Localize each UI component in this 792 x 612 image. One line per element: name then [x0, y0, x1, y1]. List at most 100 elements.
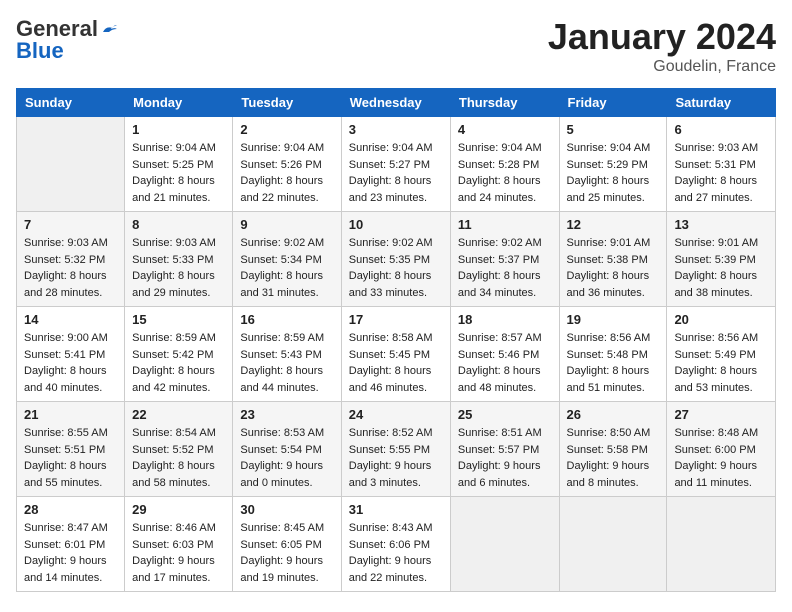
sunset-text: Sunset: 5:58 PM — [567, 442, 660, 459]
sunset-text: Sunset: 6:03 PM — [132, 537, 225, 554]
day-info: Sunrise: 9:00 AMSunset: 5:41 PMDaylight:… — [24, 330, 117, 396]
day-number: 31 — [349, 502, 443, 517]
day-info: Sunrise: 8:59 AMSunset: 5:42 PMDaylight:… — [132, 330, 225, 396]
daylight-text: Daylight: 8 hours and 55 minutes. — [24, 458, 117, 491]
day-info: Sunrise: 8:55 AMSunset: 5:51 PMDaylight:… — [24, 425, 117, 491]
sunrise-text: Sunrise: 9:03 AM — [132, 235, 225, 252]
day-info: Sunrise: 8:57 AMSunset: 5:46 PMDaylight:… — [458, 330, 552, 396]
sunset-text: Sunset: 5:57 PM — [458, 442, 552, 459]
calendar-day-cell: 12Sunrise: 9:01 AMSunset: 5:38 PMDayligh… — [559, 212, 667, 307]
sunrise-text: Sunrise: 8:50 AM — [567, 425, 660, 442]
sunset-text: Sunset: 5:45 PM — [349, 347, 443, 364]
sunset-text: Sunset: 6:06 PM — [349, 537, 443, 554]
sunrise-text: Sunrise: 8:56 AM — [674, 330, 768, 347]
day-info: Sunrise: 8:54 AMSunset: 5:52 PMDaylight:… — [132, 425, 225, 491]
sunrise-text: Sunrise: 9:04 AM — [132, 140, 225, 157]
day-number: 10 — [349, 217, 443, 232]
calendar-day-cell: 23 Sunrise: 8:53 AMSunset: 5:54 PMDayligh… — [233, 402, 341, 497]
day-number: 16 — [240, 312, 333, 327]
calendar-day-cell: 25Sunrise: 8:51 AMSunset: 5:57 PMDayligh… — [450, 402, 559, 497]
day-number: 27 — [674, 407, 768, 422]
day-number: 28 — [24, 502, 117, 517]
sunset-text: Sunset: 5:29 PM — [567, 157, 660, 174]
sunrise-text: Sunrise: 8:58 AM — [349, 330, 443, 347]
day-info: Sunrise: 8:46 AMSunset: 6:03 PMDaylight:… — [132, 520, 225, 586]
day-number: 6 — [674, 122, 768, 137]
day-info: Sunrise: 9:03 AMSunset: 5:33 PMDaylight:… — [132, 235, 225, 301]
daylight-text: Daylight: 8 hours and 27 minutes. — [674, 173, 768, 206]
daylight-text: Daylight: 8 hours and 46 minutes. — [349, 363, 443, 396]
sunrise-text: Sunrise: 9:02 AM — [349, 235, 443, 252]
calendar-week-row: 28Sunrise: 8:47 AMSunset: 6:01 PMDayligh… — [17, 497, 776, 592]
calendar-day-cell: 28Sunrise: 8:47 AMSunset: 6:01 PMDayligh… — [17, 497, 125, 592]
daylight-text: Daylight: 8 hours and 25 minutes. — [567, 173, 660, 206]
daylight-text: Daylight: 9 hours and 0 minutes. — [240, 458, 333, 491]
day-number: 24 — [349, 407, 443, 422]
calendar-day-cell — [559, 497, 667, 592]
day-number: 30 — [240, 502, 333, 517]
sunrise-text: Sunrise: 8:51 AM — [458, 425, 552, 442]
sunset-text: Sunset: 5:25 PM — [132, 157, 225, 174]
sunrise-text: Sunrise: 8:56 AM — [567, 330, 660, 347]
day-number: 15 — [132, 312, 225, 327]
daylight-text: Daylight: 8 hours and 44 minutes. — [240, 363, 333, 396]
calendar-day-cell: 7Sunrise: 9:03 AMSunset: 5:32 PMDaylight… — [17, 212, 125, 307]
calendar-day-cell — [667, 497, 776, 592]
day-of-week-header: Monday — [125, 89, 233, 117]
sunrise-text: Sunrise: 9:04 AM — [567, 140, 660, 157]
daylight-text: Daylight: 8 hours and 36 minutes. — [567, 268, 660, 301]
sunset-text: Sunset: 5:35 PM — [349, 252, 443, 269]
day-of-week-header: Tuesday — [233, 89, 341, 117]
calendar-day-cell: 10 Sunrise: 9:02 AMSunset: 5:35 PMDayligh… — [341, 212, 450, 307]
day-info: Sunrise: 8:51 AMSunset: 5:57 PMDaylight:… — [458, 425, 552, 491]
calendar-day-cell: 5Sunrise: 9:04 AMSunset: 5:29 PMDaylight… — [559, 117, 667, 212]
calendar-day-cell: 6Sunrise: 9:03 AMSunset: 5:31 PMDaylight… — [667, 117, 776, 212]
day-of-week-header: Friday — [559, 89, 667, 117]
sunset-text: Sunset: 5:32 PM — [24, 252, 117, 269]
day-number: 23 — [240, 407, 333, 422]
day-info: Sunrise: 9:04 AMSunset: 5:28 PMDaylight:… — [458, 140, 552, 206]
daylight-text: Daylight: 8 hours and 33 minutes. — [349, 268, 443, 301]
day-number: 26 — [567, 407, 660, 422]
calendar-week-row: 21Sunrise: 8:55 AMSunset: 5:51 PMDayligh… — [17, 402, 776, 497]
daylight-text: Daylight: 8 hours and 58 minutes. — [132, 458, 225, 491]
sunset-text: Sunset: 5:31 PM — [674, 157, 768, 174]
day-info: Sunrise: 8:58 AMSunset: 5:45 PMDaylight:… — [349, 330, 443, 396]
sunset-text: Sunset: 6:00 PM — [674, 442, 768, 459]
daylight-text: Daylight: 8 hours and 38 minutes. — [674, 268, 768, 301]
calendar-day-cell: 11Sunrise: 9:02 AMSunset: 5:37 PMDayligh… — [450, 212, 559, 307]
sunset-text: Sunset: 6:01 PM — [24, 537, 117, 554]
sunset-text: Sunset: 5:41 PM — [24, 347, 117, 364]
day-number: 1 — [132, 122, 225, 137]
calendar-day-cell: 13Sunrise: 9:01 AMSunset: 5:39 PMDayligh… — [667, 212, 776, 307]
logo-blue-text: Blue — [16, 38, 64, 64]
sunrise-text: Sunrise: 9:04 AM — [458, 140, 552, 157]
day-of-week-header: Sunday — [17, 89, 125, 117]
sunset-text: Sunset: 5:38 PM — [567, 252, 660, 269]
sunrise-text: Sunrise: 8:46 AM — [132, 520, 225, 537]
sunrise-text: Sunrise: 9:04 AM — [240, 140, 333, 157]
daylight-text: Daylight: 8 hours and 22 minutes. — [240, 173, 333, 206]
logo: General Blue — [16, 16, 118, 64]
daylight-text: Daylight: 8 hours and 48 minutes. — [458, 363, 552, 396]
calendar-day-cell: 3Sunrise: 9:04 AMSunset: 5:27 PMDaylight… — [341, 117, 450, 212]
day-info: Sunrise: 8:48 AMSunset: 6:00 PMDaylight:… — [674, 425, 768, 491]
day-number: 20 — [674, 312, 768, 327]
sunrise-text: Sunrise: 9:01 AM — [567, 235, 660, 252]
sunset-text: Sunset: 5:46 PM — [458, 347, 552, 364]
daylight-text: Daylight: 9 hours and 8 minutes. — [567, 458, 660, 491]
calendar-day-cell: 24Sunrise: 8:52 AMSunset: 5:55 PMDayligh… — [341, 402, 450, 497]
day-info: Sunrise: 8:53 AMSunset: 5:54 PMDaylight:… — [240, 425, 333, 491]
calendar-week-row: 1Sunrise: 9:04 AMSunset: 5:25 PMDaylight… — [17, 117, 776, 212]
daylight-text: Daylight: 8 hours and 31 minutes. — [240, 268, 333, 301]
sunrise-text: Sunrise: 8:47 AM — [24, 520, 117, 537]
calendar-day-cell: 19Sunrise: 8:56 AMSunset: 5:48 PMDayligh… — [559, 307, 667, 402]
calendar-day-cell: 14Sunrise: 9:00 AMSunset: 5:41 PMDayligh… — [17, 307, 125, 402]
calendar-day-cell: 18Sunrise: 8:57 AMSunset: 5:46 PMDayligh… — [450, 307, 559, 402]
location: Goudelin, France — [548, 58, 776, 76]
day-info: Sunrise: 8:56 AMSunset: 5:49 PMDaylight:… — [674, 330, 768, 396]
sunrise-text: Sunrise: 9:02 AM — [240, 235, 333, 252]
sunrise-text: Sunrise: 9:03 AM — [24, 235, 117, 252]
sunset-text: Sunset: 5:51 PM — [24, 442, 117, 459]
sunrise-text: Sunrise: 8:43 AM — [349, 520, 443, 537]
